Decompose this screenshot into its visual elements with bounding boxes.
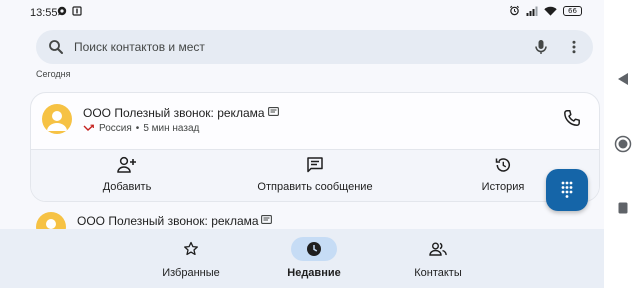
alarm-icon <box>509 5 520 16</box>
wifi-icon <box>544 6 557 16</box>
home-icon[interactable] <box>614 135 632 153</box>
message-icon <box>307 157 323 173</box>
missed-call-icon <box>83 124 94 131</box>
nav-recents-icon-wrap <box>291 237 337 261</box>
avatar[interactable] <box>42 104 72 134</box>
status-right-icons: 66 <box>509 5 582 16</box>
nav-favorites-label: Избранные <box>162 267 220 279</box>
contacts-icon <box>429 242 447 256</box>
nav-contacts-label: Контакты <box>414 267 462 279</box>
clock-icon <box>307 242 321 256</box>
notification-icon <box>72 6 82 16</box>
status-left-icons <box>57 6 82 16</box>
bottom-navigation: Избранные Недавние Контакты <box>0 229 604 288</box>
person-avatar-icon <box>47 111 67 131</box>
history-label: История <box>481 181 525 193</box>
status-time: 13:55 <box>30 7 58 19</box>
sms-icon <box>268 107 279 116</box>
add-contact-label: Добавить <box>102 181 152 193</box>
nav-contacts[interactable]: Контакты <box>393 237 483 279</box>
nav-favorites[interactable]: Избранные <box>146 237 236 279</box>
meta-separator: • <box>135 123 140 134</box>
signal-icon <box>526 6 538 16</box>
section-label-today: Сегодня <box>36 69 71 79</box>
sms-icon <box>261 215 272 224</box>
send-message-label: Отправить сообщение <box>257 181 373 193</box>
recent-apps-icon[interactable] <box>618 202 628 214</box>
search-input[interactable] <box>74 30 534 64</box>
nav-recents-label: Недавние <box>287 267 341 279</box>
nav-favorites-icon-wrap <box>168 237 214 261</box>
person-add-icon <box>117 156 136 173</box>
caller-name: ООО Полезный звонок: реклама <box>83 106 265 120</box>
more-vert-icon[interactable] <box>566 39 582 55</box>
back-icon[interactable] <box>617 72 629 86</box>
caller-name: ООО Полезный звонок: реклама <box>77 214 259 228</box>
mic-icon[interactable] <box>534 39 548 55</box>
add-contact-button[interactable]: Добавить <box>67 155 187 193</box>
nav-contacts-icon-wrap <box>415 237 461 261</box>
call-time-ago: 5 мин назад <box>143 123 200 134</box>
phone-app-screen: 13:55 66 Поиск контактов и мест Сегодня … <box>0 0 604 288</box>
star-icon <box>184 241 198 256</box>
history-icon <box>495 158 511 172</box>
nav-recents[interactable]: Недавние <box>269 237 359 279</box>
phone-call-icon[interactable] <box>563 109 581 127</box>
search-bar[interactable] <box>36 30 593 64</box>
status-bar: 13:55 66 <box>0 0 604 24</box>
search-icon <box>49 40 63 54</box>
call-card-expanded[interactable]: ООО Полезный звонок: реклама Россия • 5 … <box>30 92 600 202</box>
call-country: Россия <box>99 123 132 134</box>
send-message-button[interactable]: Отправить сообщение <box>255 155 375 193</box>
whatsapp-icon <box>57 6 67 16</box>
battery-icon: 66 <box>563 5 582 16</box>
call-meta: Россия • 5 мин назад <box>83 123 199 134</box>
history-button[interactable]: История <box>443 155 563 193</box>
